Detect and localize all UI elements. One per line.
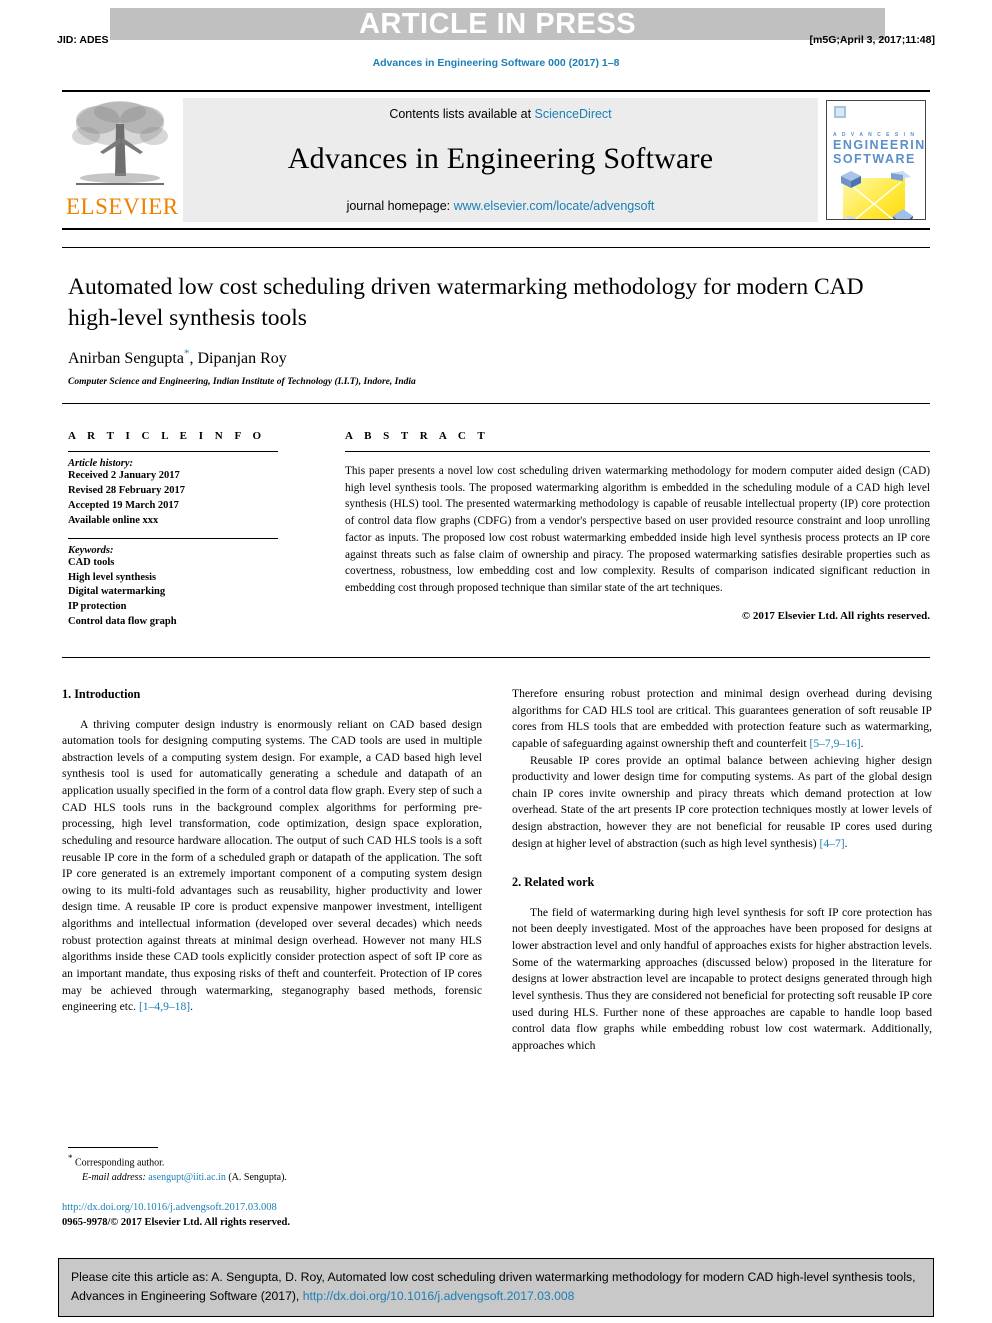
abstract-column: A B S T R A C T This paper presents a no… (345, 430, 930, 622)
paragraph-text: A thriving computer design industry is e… (62, 717, 482, 1014)
keyword-item: CAD tools (68, 556, 115, 568)
info-band-top-rule (62, 403, 930, 404)
paragraph: Therefore ensuring robust protection and… (512, 686, 932, 753)
keywords-label: Keywords: (68, 544, 114, 556)
history-item: Revised 28 February 2017 (68, 484, 185, 496)
keyword-item: High level synthesis (68, 571, 157, 583)
email-label: E-mail address: (82, 1172, 146, 1184)
elsevier-wordmark: ELSEVIER (66, 194, 179, 219)
email-link[interactable]: asengupt@iiti.ac.in (148, 1172, 226, 1183)
issn-copyright-line: 0965-9978/© 2017 Elsevier Ltd. All right… (62, 1217, 290, 1229)
corresponding-author-text: Corresponding author. (72, 1157, 165, 1169)
corresponding-author-marker[interactable]: * (184, 348, 190, 360)
article-page: ARTICLE IN PRESS JID: ADES [m5G;April 3,… (0, 0, 992, 1323)
paragraph: The field of watermarking during high le… (512, 905, 932, 1052)
history-item: Received 2 January 2017 (68, 470, 180, 481)
body-column-left: 1. Introduction A thriving computer desi… (62, 686, 482, 1016)
section-heading-introduction: 1. Introduction (62, 687, 141, 701)
section-heading-related-work: 2. Related work (512, 875, 595, 890)
citation-ref[interactable]: [1–4,9–18] (139, 1000, 190, 1013)
elsevier-tree-icon (71, 101, 168, 185)
article-info-rule (68, 451, 278, 452)
citation-ref[interactable]: [5–7,9–16] (809, 737, 860, 750)
production-stamp: [m5G;April 3, 2017;11:48] (809, 34, 935, 46)
journal-homepage-line: journal homepage: www.elsevier.com/locat… (183, 199, 818, 213)
keyword-item: Digital watermarking (68, 586, 166, 598)
cite-this-article-box: Please cite this article as: A. Sengupta… (58, 1258, 934, 1317)
article-in-press-label: ARTICLE IN PRESS (358, 8, 637, 40)
copyright-line: © 2017 Elsevier Ltd. All rights reserved… (741, 609, 930, 622)
author-names: Anirban Sengupta*, Dipanjan Roy (68, 348, 287, 368)
cite-doi-link[interactable]: http://dx.doi.org/10.1016/j.advengsoft.2… (303, 1289, 575, 1303)
article-info-heading: A R T I C L E I N F O (68, 430, 266, 442)
article-in-press-band: ARTICLE IN PRESS (110, 8, 885, 40)
sciencedirect-link[interactable]: ScienceDirect (535, 107, 612, 121)
journal-masthead: ELSEVIER Contents lists available at Sci… (62, 90, 930, 230)
author-list: Anirban Sengupta*, Dipanjan Roy (68, 348, 287, 368)
cover-engineering-line: ENGINEERING (833, 138, 926, 152)
paragraph: A thriving computer design industry is e… (62, 717, 482, 1016)
contents-list-line: Contents lists available at ScienceDirec… (183, 107, 818, 121)
cover-emblem-icon (834, 106, 846, 118)
history-item: Available online xxx (68, 514, 159, 526)
keywords-rule (68, 537, 278, 539)
abstract-rule (345, 451, 930, 452)
abstract-heading: A B S T R A C T (345, 430, 490, 442)
article-history-label: Article history: (68, 458, 134, 469)
affiliation: Computer Science and Engineering, Indian… (68, 377, 416, 387)
cover-artwork-icon (841, 170, 913, 219)
paragraph-tail: . (860, 736, 864, 750)
page-title: Automated low cost scheduling driven wat… (68, 274, 864, 331)
footnote-divider (68, 1147, 158, 1148)
keyword-item: IP protection (68, 601, 127, 613)
paragraph-text: Therefore ensuring robust protection and… (512, 687, 932, 750)
info-band-bottom-rule (62, 657, 930, 658)
article-info-column: A R T I C L E I N F O Article history: R… (68, 430, 278, 630)
history-item: Accepted 19 March 2017 (68, 499, 179, 511)
paragraph-text: Reusable IP cores provide an optimal bal… (512, 753, 932, 850)
paragraph: Reusable IP cores provide an optimal bal… (512, 753, 932, 853)
contents-prefix: Contents lists available at (389, 107, 535, 121)
journal-id-label: JID: ADES (57, 34, 109, 46)
elsevier-logo: ELSEVIER (62, 92, 179, 228)
journal-homepage-link[interactable]: www.elsevier.com/locate/advengsoft (454, 199, 655, 213)
footnote-block: * Corresponding author. E-mail address: … (68, 1152, 488, 1185)
keyword-item: Control data flow graph (68, 616, 177, 628)
email-note: E-mail address: asengupt@iiti.ac.in (A. … (68, 1170, 488, 1185)
title-divider (62, 247, 930, 248)
email-suffix: (A. Sengupta). (225, 1172, 287, 1184)
running-head: Advances in Engineering Software 000 (20… (372, 57, 620, 69)
doi-link[interactable]: http://dx.doi.org/10.1016/j.advengsoft.2… (62, 1200, 492, 1215)
doi-block: http://dx.doi.org/10.1016/j.advengsoft.2… (62, 1200, 492, 1230)
journal-title: Advances in Engineering Software (287, 142, 714, 175)
citation-ref[interactable]: [4–7] (819, 837, 844, 850)
paragraph-tail: . (190, 1000, 194, 1014)
cover-software-line: SOFTWARE (833, 152, 916, 167)
abstract-text: This paper presents a novel low cost sch… (345, 465, 930, 595)
journal-cover-thumbnail: A D V A N C E S I N ENGINEERING SOFTWARE (826, 100, 926, 220)
corresponding-author-note: * Corresponding author. (68, 1152, 488, 1170)
body-column-right: Therefore ensuring robust protection and… (512, 686, 932, 1054)
masthead-center: Contents lists available at ScienceDirec… (183, 98, 818, 222)
paragraph-tail: . (844, 836, 848, 850)
homepage-prefix: journal homepage: (346, 199, 454, 213)
